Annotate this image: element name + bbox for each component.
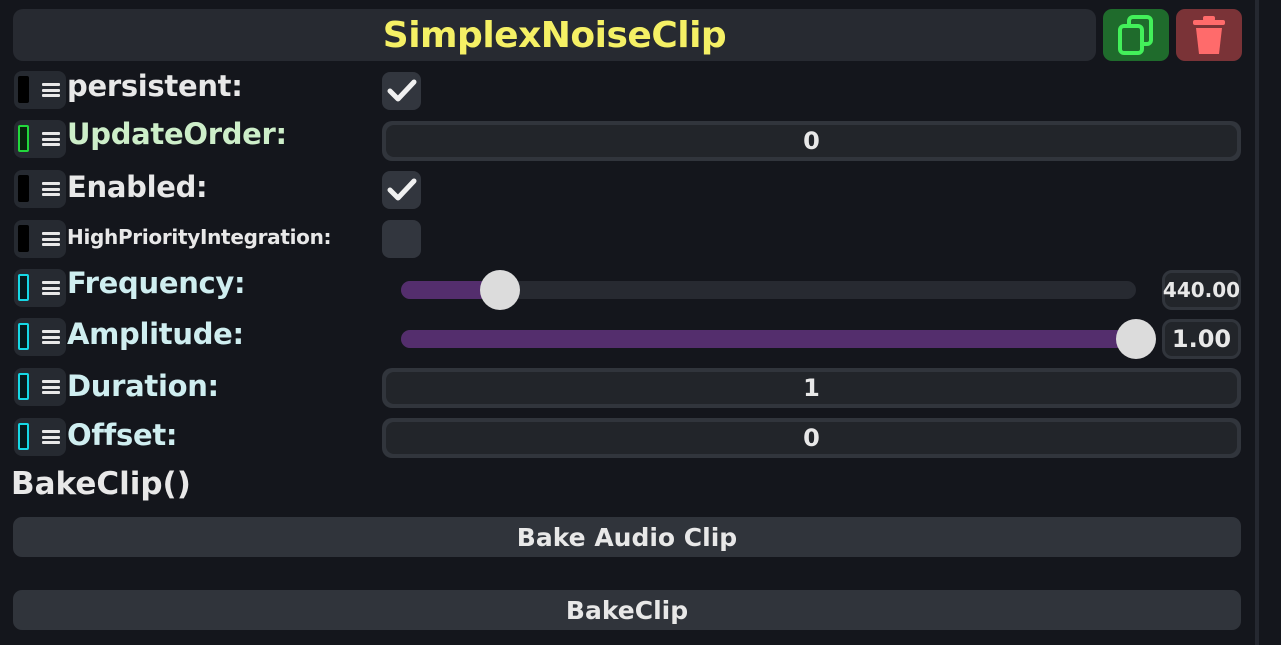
menu-icon	[42, 430, 60, 444]
field-label-offset: Offset:	[67, 418, 178, 452]
field-indicator	[18, 323, 29, 350]
scrollbar[interactable]	[1255, 0, 1259, 645]
field-indicator	[18, 373, 29, 400]
field-handle-frequency[interactable]	[14, 269, 66, 307]
menu-icon	[42, 232, 60, 246]
field-label-frequency: Frequency:	[67, 266, 246, 300]
bake-audio-clip-button[interactable]: Bake Audio Clip	[13, 517, 1241, 557]
field-handle-offset[interactable]	[14, 418, 66, 456]
component-header: SimplexNoiseClip	[13, 9, 1096, 61]
menu-icon	[42, 330, 60, 344]
field-indicator	[18, 175, 29, 202]
menu-icon	[42, 83, 60, 97]
field-indicator	[18, 274, 29, 301]
slider-fill	[401, 330, 1136, 348]
field-indicator	[18, 423, 29, 450]
method-label: BakeClip()	[11, 466, 191, 502]
checkbox-persistent[interactable]	[382, 72, 421, 110]
delete-button[interactable]	[1176, 9, 1242, 61]
slider-fill	[401, 281, 482, 299]
field-handle-duration[interactable]	[14, 368, 66, 406]
input-value: 1	[386, 372, 1237, 404]
field-indicator	[18, 225, 29, 252]
slider-knob-amplitude[interactable]	[1116, 319, 1156, 359]
slider-amplitude[interactable]	[401, 330, 1136, 348]
input-value: 0	[386, 125, 1237, 157]
menu-icon	[42, 132, 60, 146]
menu-icon	[42, 380, 60, 394]
field-handle-updateorder[interactable]	[14, 120, 66, 158]
menu-icon	[42, 281, 60, 295]
copy-icon	[1118, 15, 1153, 55]
field-indicator	[18, 125, 29, 152]
field-label-duration: Duration:	[67, 369, 219, 403]
checkmark-icon	[387, 79, 416, 102]
field-handle-persistent[interactable]	[14, 71, 66, 109]
field-label-updateorder: UpdateOrder:	[67, 117, 287, 151]
field-label-persistent: persistent:	[67, 69, 243, 103]
input-value: 0	[386, 422, 1237, 454]
input-duration[interactable]: 1	[382, 368, 1241, 408]
field-handle-amplitude[interactable]	[14, 318, 66, 356]
checkbox-enabled[interactable]	[382, 171, 421, 209]
trash-icon	[1193, 16, 1225, 54]
slider-knob-frequency[interactable]	[480, 270, 520, 310]
input-offset[interactable]: 0	[382, 418, 1241, 458]
checkmark-icon	[387, 178, 416, 201]
slider-value-amplitude[interactable]: 1.00	[1162, 319, 1241, 359]
field-indicator	[18, 76, 29, 103]
checkbox-highpriority[interactable]	[382, 220, 421, 258]
field-label-amplitude: Amplitude:	[67, 317, 244, 351]
copy-button[interactable]	[1103, 9, 1169, 61]
bakeclip-button[interactable]: BakeClip	[13, 590, 1241, 630]
input-updateorder[interactable]: 0	[382, 121, 1241, 161]
menu-icon	[42, 182, 60, 196]
field-handle-highpriority[interactable]	[14, 220, 66, 258]
field-handle-enabled[interactable]	[14, 170, 66, 208]
field-label-enabled: Enabled:	[67, 170, 208, 204]
component-title: SimplexNoiseClip	[382, 14, 727, 56]
slider-value-frequency[interactable]: 440.00	[1162, 270, 1241, 310]
field-label-highpriority: HighPriorityIntegration:	[67, 225, 332, 249]
